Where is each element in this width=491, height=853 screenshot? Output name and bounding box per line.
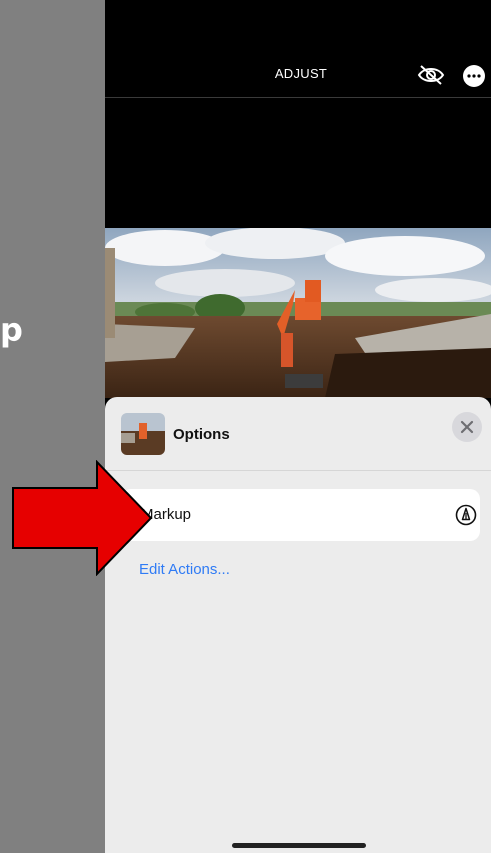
photo-thumbnail (121, 413, 165, 455)
home-indicator (232, 843, 366, 848)
markup-pen-icon (455, 504, 477, 526)
phone-screen: ADJUST Options Markup Edit Actions... (105, 0, 491, 853)
photo-preview (105, 228, 491, 398)
options-sheet: Options Markup Edit Actions... (105, 397, 491, 853)
red-arrow-annotation (12, 460, 152, 576)
side-caption: p (0, 311, 23, 349)
markup-action-row[interactable]: Markup (121, 489, 480, 541)
close-button[interactable] (452, 412, 482, 442)
edit-actions-link[interactable]: Edit Actions... (139, 561, 230, 578)
editor-title: ADJUST (274, 66, 328, 81)
options-title: Options (173, 426, 230, 443)
editor-top-bar: ADJUST (105, 0, 491, 98)
ellipsis-circle-icon[interactable] (463, 65, 485, 87)
options-sheet-header: Options (105, 397, 491, 471)
eye-slash-icon[interactable] (417, 64, 445, 86)
close-icon (460, 420, 474, 434)
